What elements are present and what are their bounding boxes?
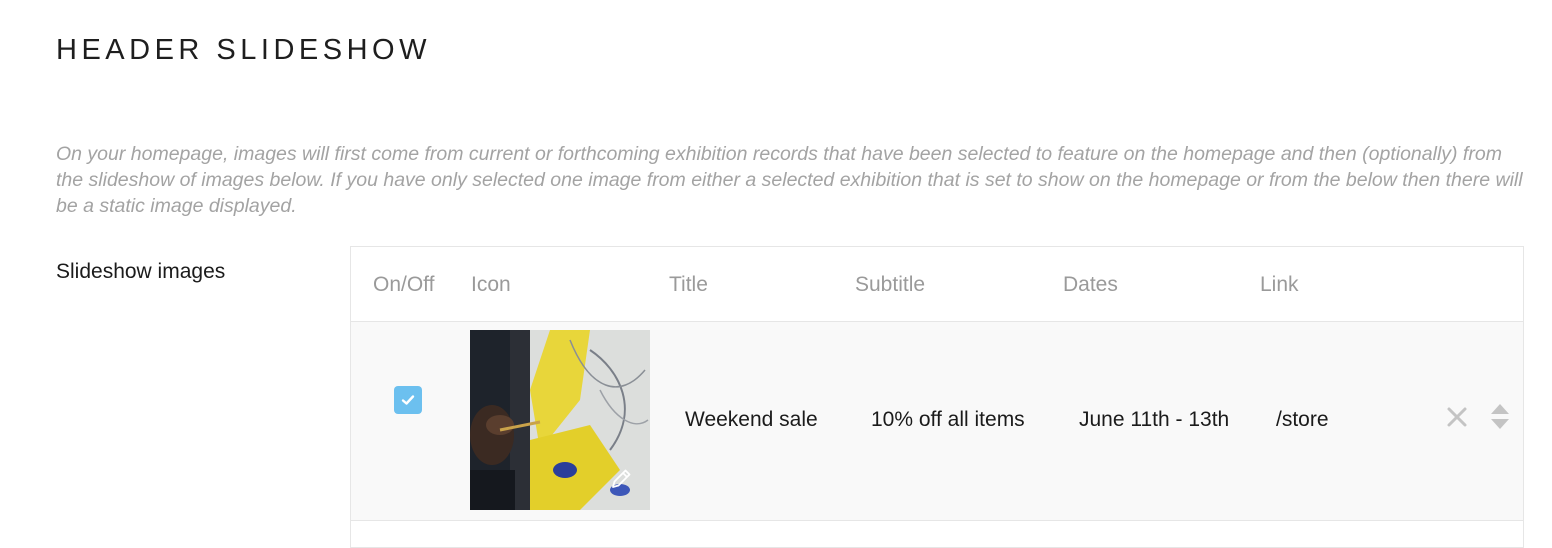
close-icon[interactable] [1444, 404, 1470, 430]
column-header-subtitle: Subtitle [855, 273, 926, 296]
slide-image-thumbnail[interactable] [470, 330, 650, 510]
table-header: On/Off Icon Title Subtitle Dates Link [351, 247, 1523, 322]
slide-title[interactable]: Weekend sale [685, 408, 821, 432]
column-header-title: Title [669, 273, 708, 296]
column-header-icon: Icon [471, 273, 511, 296]
check-icon [401, 395, 415, 405]
enable-checkbox[interactable] [394, 386, 422, 414]
column-header-link: Link [1260, 273, 1299, 296]
section-description: On your homepage, images will first come… [56, 143, 1523, 217]
slideshow-images-label: Slideshow images [56, 260, 226, 283]
pencil-icon[interactable] [606, 464, 636, 494]
column-header-dates: Dates [1063, 273, 1118, 296]
slide-link[interactable]: /store [1276, 408, 1426, 432]
table-row: Weekend sale 10% off all items June 11th… [351, 322, 1523, 521]
slide-dates[interactable]: June 11th - 13th [1079, 408, 1249, 432]
slide-subtitle[interactable]: 10% off all items [871, 408, 1051, 432]
column-header-onoff: On/Off [373, 273, 435, 296]
slideshow-table: On/Off Icon Title Subtitle Dates Link We… [350, 246, 1524, 548]
section-title: HEADER SLIDESHOW [56, 34, 431, 66]
sort-arrows-icon[interactable] [1490, 402, 1510, 432]
